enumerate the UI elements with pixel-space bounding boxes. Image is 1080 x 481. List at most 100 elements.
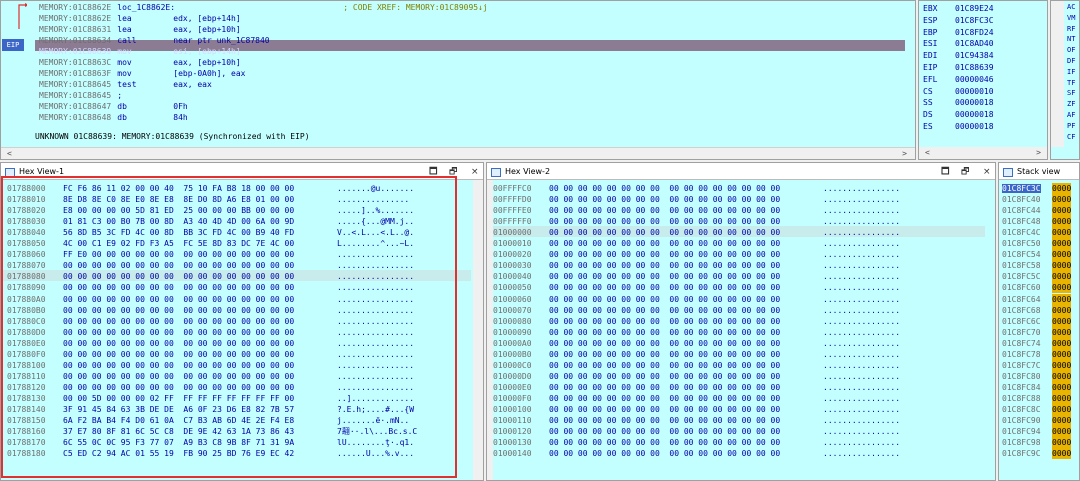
hex-row[interactable]: 01000090 00 00 00 00 00 00 00 00 00 00 00…: [493, 327, 900, 338]
stack-row[interactable]: 01C8FC60 0000: [1002, 282, 1072, 294]
stack-row[interactable]: 01C8FC94 0000: [1002, 426, 1072, 438]
stack-row[interactable]: 01C8FC70 0000: [1002, 326, 1072, 338]
stack-row[interactable]: 01C8FC7C 0000: [1002, 359, 1072, 371]
stack-row[interactable]: 01C8FC54 0000: [1002, 249, 1072, 261]
stack-row[interactable]: 01C8FC68 0000: [1002, 304, 1072, 316]
close-icon[interactable]: ×: [983, 165, 991, 179]
register-row[interactable]: EIP 01C88639: [923, 62, 994, 73]
hex-row[interactable]: 01000000 00 00 00 00 00 00 00 00 00 00 00…: [493, 227, 900, 238]
vertical-scrollbar[interactable]: [473, 180, 483, 480]
stack-row[interactable]: 01C8FC40 0000: [1002, 194, 1072, 206]
disasm-line[interactable]: MEMORY:01C88631 lea eax, [ebp+10h]: [39, 24, 343, 35]
disassembly-view[interactable]: EIP MEMORY:01C8862E loc_1C8862E: ; CODE XR…: [0, 0, 916, 160]
stack-row[interactable]: 01C8FC90 0000: [1002, 415, 1072, 427]
disasm-line[interactable]: MEMORY:01C88645 test eax, eax: [39, 79, 343, 90]
hex-view-1[interactable]: Hex View-1 🗖 🗗 × 01788000 FC F6 86 11 02 …: [0, 162, 484, 481]
hex-row[interactable]: 01788070 00 00 00 00 00 00 00 00 00 00 00…: [7, 260, 414, 271]
stack-row[interactable]: 01C8FC64 0000: [1002, 293, 1072, 305]
stack-row[interactable]: 01C8FC74 0000: [1002, 337, 1072, 349]
hex-row[interactable]: 017880A0 00 00 00 00 00 00 00 00 00 00 00…: [7, 294, 414, 305]
tab-hex-view-2[interactable]: Hex View-2: [491, 165, 550, 179]
stack-row[interactable]: 01C8FC3C 0000: [1002, 183, 1072, 194]
disasm-line[interactable]: MEMORY:01C88645;: [39, 90, 343, 101]
hex-row[interactable]: 01000070 00 00 00 00 00 00 00 00 00 00 00…: [493, 305, 900, 316]
stack-view[interactable]: Stack view 01C8FC3C 0000 01C8FC40 0000 01C8F…: [998, 162, 1080, 481]
scroll-left-icon[interactable]: <: [925, 148, 930, 157]
hex-row[interactable]: 01788110 00 00 00 00 00 00 00 00 00 00 00…: [7, 371, 414, 382]
hex-row[interactable]: 00FFFFE0 00 00 00 00 00 00 00 00 00 00 00…: [493, 205, 900, 216]
stack-row[interactable]: 01C8FC58 0000: [1002, 260, 1072, 272]
tab-stack-view[interactable]: Stack view: [1003, 165, 1060, 179]
hex-row[interactable]: 01788000 FC F6 86 11 02 00 00 40 75 10 FA…: [7, 183, 414, 194]
stack-row[interactable]: 01C8FC50 0000: [1002, 238, 1072, 250]
disasm-line[interactable]: MEMORY:01C8862E lea edx, [ebp+14h]: [39, 13, 343, 24]
hex-row[interactable]: 01788090 00 00 00 00 00 00 00 00 00 00 00…: [7, 282, 414, 293]
hex-row[interactable]: 01788180 C5 ED C2 94 AC 01 55 19 FB 90 25…: [7, 448, 414, 459]
hex-row[interactable]: 01000020 00 00 00 00 00 00 00 00 00 00 00…: [493, 249, 900, 260]
registers-hscroll[interactable]: < >: [919, 147, 1047, 159]
restore-icon[interactable]: 🗖: [429, 165, 438, 179]
flags-view[interactable]: AC VM RF NT OF DF IF TF SF ZF AF PF CF: [1050, 0, 1080, 160]
stack-row[interactable]: 01C8FC78 0000: [1002, 348, 1072, 360]
disasm-line[interactable]: MEMORY:01C8862E loc_1C8862E: ; CODE XREF: …: [39, 2, 488, 13]
hex-row[interactable]: 01788010 8E D8 8E C0 8E E0 8E E8 8E D0 8D…: [7, 194, 409, 205]
hex-row[interactable]: 01000130 00 00 00 00 00 00 00 00 00 00 00…: [493, 437, 900, 448]
stack-row[interactable]: 01C8FC9C 0000: [1002, 448, 1072, 460]
hex-row[interactable]: 017880B0 00 00 00 00 00 00 00 00 00 00 00…: [7, 305, 414, 316]
stack-row[interactable]: 01C8FC5C 0000: [1002, 271, 1072, 283]
register-row[interactable]: ES 00000018: [923, 121, 994, 132]
hex-row[interactable]: 01788050 4C 00 C1 E9 02 FD F3 A5 FC 5E 8D…: [7, 238, 414, 249]
hex-row[interactable]: 017880E0 00 00 00 00 00 00 00 00 00 00 00…: [7, 338, 414, 349]
hex-row[interactable]: 01788060 FF E0 00 00 00 00 00 00 00 00 00…: [7, 249, 414, 260]
hex-row[interactable]: 01000080 00 00 00 00 00 00 00 00 00 00 00…: [493, 316, 900, 327]
vertical-scrollbar[interactable]: [487, 180, 493, 480]
register-row[interactable]: SS 00000018: [923, 97, 994, 108]
float-icon[interactable]: 🗗: [449, 165, 457, 179]
hex-row[interactable]: 00FFFFF0 00 00 00 00 00 00 00 00 00 00 00…: [493, 216, 900, 227]
scroll-right-icon[interactable]: >: [902, 149, 907, 158]
hex-row[interactable]: 01788030 01 81 C3 00 B0 7B 00 8D A3 40 4D…: [7, 216, 414, 227]
tab-hex-view-1[interactable]: Hex View-1: [5, 165, 64, 179]
disasm-line[interactable]: MEMORY:01C88639 mov esi, [ebp+14h]: [39, 46, 343, 57]
hex-row[interactable]: 01000120 00 00 00 00 00 00 00 00 00 00 00…: [493, 426, 900, 437]
register-row[interactable]: DS 00000018: [923, 109, 994, 120]
hex-view-2[interactable]: Hex View-2 🗖 🗗 × 00FFFFC0 00 00 00 00 00 …: [486, 162, 996, 481]
flags-scrollbar[interactable]: [1051, 1, 1064, 147]
hex-row[interactable]: 01000040 00 00 00 00 00 00 00 00 00 00 00…: [493, 271, 900, 282]
stack-row[interactable]: 01C8FC98 0000: [1002, 437, 1072, 449]
register-row[interactable]: CS 00000010: [923, 86, 994, 97]
register-row[interactable]: EBP 01C8FD24: [923, 27, 994, 38]
hex-row[interactable]: 01788140 3F 91 45 84 63 3B DE DE A6 0F 23…: [7, 404, 414, 415]
hex-row[interactable]: 01788120 00 00 00 00 00 00 00 00 00 00 00…: [7, 382, 414, 393]
hex-row[interactable]: 01000030 00 00 00 00 00 00 00 00 00 00 00…: [493, 260, 900, 271]
stack-row[interactable]: 01C8FC6C 0000: [1002, 315, 1072, 327]
hex-row[interactable]: 01788020 E8 00 00 00 00 5D 81 ED 25 00 00…: [7, 205, 414, 216]
hex-row[interactable]: 01788150 6A F2 BA B4 F4 D0 61 0A C7 B3 AB…: [7, 415, 409, 426]
hex-row[interactable]: 01788080 00 00 00 00 00 00 00 00 00 00 00…: [7, 271, 414, 282]
hex-row[interactable]: 00FFFFC0 00 00 00 00 00 00 00 00 00 00 00…: [493, 183, 900, 194]
hex-row[interactable]: 01788160 37 E7 80 8F 81 6C 5C C8 DE 9E 42…: [7, 426, 417, 437]
scroll-left-icon[interactable]: <: [7, 149, 12, 158]
register-row[interactable]: EBX 01C89E24: [923, 3, 994, 14]
scroll-right-icon[interactable]: >: [1036, 148, 1041, 157]
disasm-line[interactable]: MEMORY:01C88634 call near ptr unk_1C87840: [39, 35, 343, 46]
hex-row[interactable]: 01000060 00 00 00 00 00 00 00 00 00 00 00…: [493, 294, 900, 305]
hex-row[interactable]: 01000050 00 00 00 00 00 00 00 00 00 00 00…: [493, 282, 900, 293]
hex-row[interactable]: 00FFFFD0 00 00 00 00 00 00 00 00 00 00 00…: [493, 194, 900, 205]
hex-row[interactable]: 010000D0 00 00 00 00 00 00 00 00 00 00 00…: [493, 371, 900, 382]
disasm-line[interactable]: MEMORY:01C8863F mov [ebp-0A0h], eax: [39, 68, 343, 79]
disasm-line[interactable]: MEMORY:01C88648 db 84h: [39, 112, 343, 123]
disasm-line[interactable]: MEMORY:01C88647 db 0Fh: [39, 101, 343, 112]
hex-row[interactable]: 017880C0 00 00 00 00 00 00 00 00 00 00 00…: [7, 316, 414, 327]
stack-row[interactable]: 01C8FC4C 0000: [1002, 227, 1072, 239]
register-row[interactable]: EFL 00000046: [923, 74, 994, 85]
hex-row[interactable]: 01000100 00 00 00 00 00 00 00 00 00 00 00…: [493, 404, 900, 415]
hex-row[interactable]: 017880F0 00 00 00 00 00 00 00 00 00 00 00…: [7, 349, 414, 360]
stack-row[interactable]: 01C8FC80 0000: [1002, 370, 1072, 382]
hex-row[interactable]: 01000140 00 00 00 00 00 00 00 00 00 00 00…: [493, 448, 900, 459]
hex-row[interactable]: 01788130 00 00 5D 00 00 00 02 FF FF FF FF…: [7, 393, 414, 404]
hex-row[interactable]: 010000B0 00 00 00 00 00 00 00 00 00 00 00…: [493, 349, 900, 360]
horizontal-scrollbar[interactable]: < >: [1, 147, 915, 159]
register-row[interactable]: ESI 01C8AD40: [923, 38, 994, 49]
stack-row[interactable]: 01C8FC88 0000: [1002, 392, 1072, 404]
